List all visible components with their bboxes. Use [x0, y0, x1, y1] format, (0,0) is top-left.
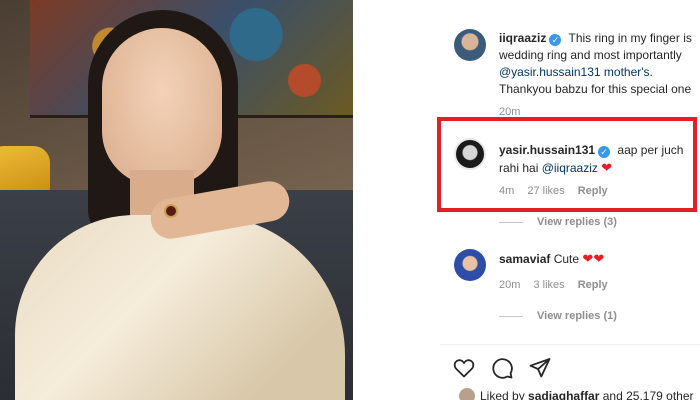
- divider: [440, 344, 700, 345]
- yellow-pillow: [0, 146, 50, 196]
- liked-by-prefix: Liked by: [480, 389, 525, 400]
- post-photo: [0, 0, 353, 400]
- liked-by-user[interactable]: sadiaghaffar: [528, 389, 599, 400]
- divider-line: [499, 221, 523, 223]
- heart-icon[interactable]: [452, 356, 476, 380]
- view-replies-label: View replies (3): [537, 216, 617, 228]
- comment-text: Cute: [553, 252, 580, 266]
- caption-line-1: iiqraaziz ✓ This ring in my finger is: [499, 30, 692, 47]
- comment-line-1: samaviaf Cute ❤❤: [499, 250, 604, 268]
- comment-icon[interactable]: [490, 356, 514, 380]
- heart-emoji-icon: ❤❤: [582, 251, 605, 266]
- comment-time: 20m: [499, 279, 521, 291]
- verified-icon: ✓: [549, 34, 562, 46]
- avatar: [459, 388, 475, 400]
- liked-by-suffix[interactable]: and 25,179 other: [603, 389, 694, 400]
- comment-likes[interactable]: 3 likes: [533, 279, 564, 291]
- divider-line: [499, 315, 523, 317]
- caption-line-3[interactable]: @yasir.hussain131 mother's.: [499, 64, 653, 81]
- highlight-box: [437, 117, 697, 212]
- comment-username[interactable]: samaviaf: [499, 252, 550, 266]
- view-replies-button[interactable]: View replies (3): [499, 216, 617, 228]
- avatar[interactable]: [454, 249, 486, 281]
- view-replies-button[interactable]: View replies (1): [499, 310, 617, 322]
- face: [102, 28, 222, 186]
- ring: [164, 204, 178, 218]
- avatar[interactable]: [454, 29, 486, 61]
- view-replies-label: View replies (1): [537, 310, 617, 322]
- caption-text: This ring in my finger is: [568, 31, 692, 45]
- comment-meta: 20m 3 likes Reply: [499, 279, 618, 291]
- liked-by: Liked by sadiaghaffar and 25,179 other: [459, 388, 694, 400]
- share-icon[interactable]: [528, 356, 552, 380]
- caption-line-4: Thankyou babzu for this special one: [499, 82, 692, 96]
- caption-username[interactable]: iiqraaziz: [499, 31, 546, 45]
- reply-button[interactable]: Reply: [578, 279, 608, 291]
- caption-line-2: wedding ring and most importantly: [499, 48, 682, 62]
